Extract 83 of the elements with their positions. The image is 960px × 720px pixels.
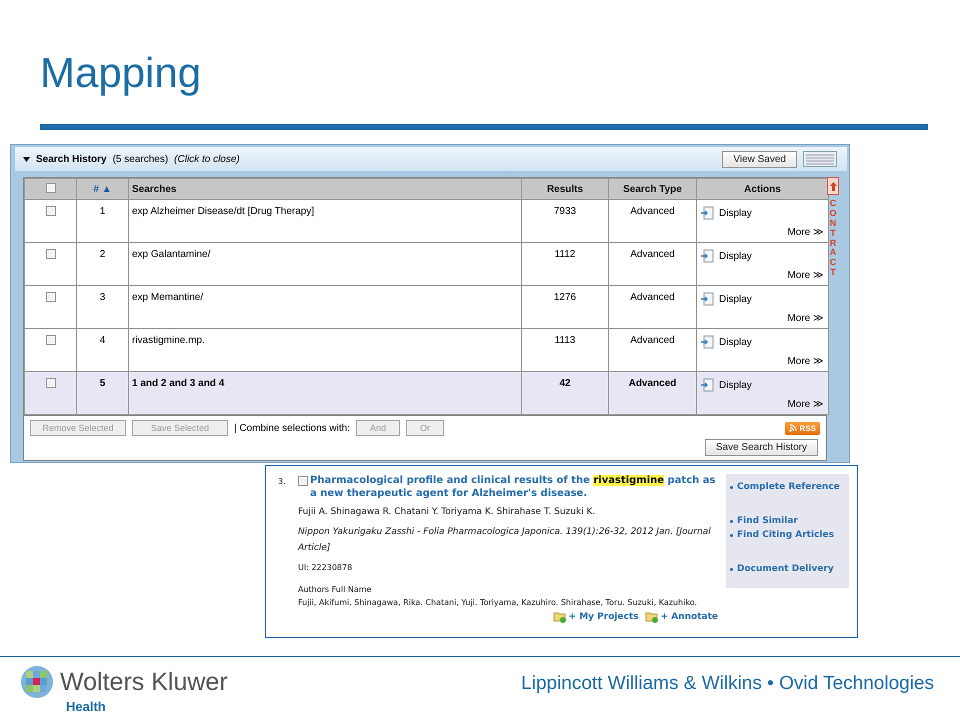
reference-link[interactable]: Find Similar [737,516,798,526]
bullet-icon [730,534,733,536]
table-cell: 1 and 2 and 3 and 4 [128,372,522,414]
table-cell: 4 [76,328,128,372]
collapse-triangle-icon [23,156,30,162]
up-arrow-icon [830,182,836,190]
folder-plus-icon [552,610,567,623]
document-arrow-icon [700,249,714,263]
citation-action-link[interactable]: + My Projects [552,610,639,623]
more-link[interactable]: More ≫ [787,355,825,367]
document-arrow-icon [700,335,714,349]
contract-tab[interactable] [827,177,839,195]
display-link[interactable]: Display [719,336,752,348]
slide-title: Mapping [40,48,202,98]
document-arrow-icon [700,378,714,392]
more-link[interactable]: More ≫ [787,398,825,410]
panel-title: Search History [36,154,107,164]
article-title-link[interactable]: Pharmacological profile and clinical results of the rivastigmine patch as a new therapeutic agent for Alzheimer's disease. [310,474,718,500]
result-number: 3. [278,476,287,488]
table-cell: Advanced [608,372,696,414]
more-link[interactable]: More ≫ [787,312,825,324]
search-count: (5 searches) [112,154,168,164]
reference-link[interactable]: Document Delivery [737,564,834,574]
brand-division: Health [66,699,107,714]
authors: Fujii A. Shinagawa R. Chatani Y. Toriyama K. Shirahase T. Suzuki K. [298,507,596,517]
column-header: Results [522,178,608,200]
save-history-button[interactable]: Save Search History [704,439,818,456]
row-checkbox[interactable] [46,335,56,345]
table-cell: exp Alzheimer Disease/dt [Drug Therapy] [128,200,522,242]
column-header: Actions [696,178,828,200]
table-cell: Advanced [608,286,696,328]
authors-heading: Authors Full Name [298,585,372,594]
column-header: Search Type [608,178,696,200]
source: Nippon Yakurigaku Zasshi - Folia Pharmacologica Japonica. 139(1):26-32, 2012 Jan. [Journal Article] [298,526,712,555]
display-link[interactable]: Display [719,250,752,262]
table-cell: Advanced [608,200,696,242]
table-cell: 1276 [522,286,608,328]
rss-icon [788,424,797,432]
table-cell: Advanced [608,328,696,372]
row-checkbox[interactable] [46,249,56,259]
panel-header[interactable]: Search History (5 searches) (Click to close) View Saved [15,147,847,171]
row-checkbox[interactable] [46,378,56,388]
row-checkbox[interactable] [46,292,56,302]
more-link[interactable]: More ≫ [787,269,825,281]
bullet-icon [730,568,733,570]
table-cell: 2 [76,242,128,286]
bullet-icon [730,486,733,488]
table-cell: exp Memantine/ [128,286,522,328]
reference-link[interactable]: Complete Reference [737,482,840,492]
combine-label: | Combine selections with: [234,422,350,434]
column-header[interactable]: # ▲ [76,178,128,200]
bullet-icon [730,520,733,522]
document-arrow-icon [700,206,714,220]
select-all-checkbox[interactable] [46,182,56,192]
result-checkbox[interactable] [298,476,308,486]
table-cell: 1 [76,200,128,242]
display-link[interactable]: Display [719,208,752,218]
table-cell: 3 [76,286,128,328]
table-cell: 1113 [522,328,608,372]
table-cell: 7933 [522,200,608,242]
footer-tagline: Lippincott Williams & Wilkins • Ovid Technologies [521,673,934,695]
display-link[interactable]: Display [719,294,752,304]
row-checkbox[interactable] [46,206,56,216]
view-saved-button[interactable]: View Saved [722,150,797,168]
close-hint: (Click to close) [174,154,240,164]
table-cell: 42 [522,372,608,414]
document-arrow-icon [700,292,714,306]
column-header: Searches [128,178,522,200]
table-cell: rivastigmine.mp. [128,328,522,372]
more-link[interactable]: More ≫ [787,226,825,238]
citation-action-link[interactable]: + Annotate [644,610,718,623]
globe-logo-icon [20,665,54,699]
list-view-icon[interactable] [803,151,837,167]
accession-number: UI: 22230878 [298,563,354,572]
authors-full-name: Fujii, Akifumi. Shinagawa, Rika. Chatani, Yuji. Toriyama, Kazuhiro. Shirahase, Toru. Suzuki, Kazuhiko. [298,598,698,607]
table-cell: exp Galantamine/ [128,242,522,286]
brand-name: Wolters Kluwer [60,668,228,696]
display-link[interactable]: Display [719,380,752,390]
table-cell: 1112 [522,242,608,286]
folder-plus-icon [644,610,659,623]
reference-link[interactable]: Find Citing Articles [737,530,834,540]
table-cell: Advanced [608,242,696,286]
table-cell: 5 [76,372,128,414]
